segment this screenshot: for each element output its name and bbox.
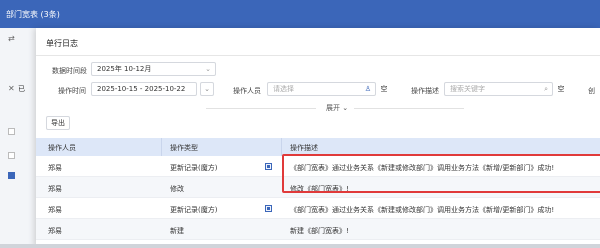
export-button[interactable]: 导出 <box>46 116 70 130</box>
operator-cell: 郑易 <box>48 227 62 235</box>
background-sidebar: ⇄ ✕ 已 <box>0 28 36 248</box>
column-divider <box>161 138 162 156</box>
operator-cell: 郑易 <box>48 185 62 193</box>
create-label: 创 <box>588 87 595 95</box>
op-time-value: 2025-10-15 - 2025-10-22 <box>97 85 186 93</box>
horizontal-scrollbar[interactable] <box>0 244 600 248</box>
op-desc-search-input[interactable]: 搜索关键字 ⌕ <box>444 82 553 96</box>
time-range-select[interactable]: 2025年 10-12月 ⌄ <box>91 62 216 76</box>
divider <box>36 55 600 56</box>
column-divider <box>281 138 282 156</box>
chevron-down-icon: ⌄ <box>342 104 349 112</box>
panel-title: 单行日志 <box>46 39 78 48</box>
user-icon: ♙ <box>364 85 371 93</box>
type-cell: 修改 <box>170 185 184 193</box>
close-icon[interactable]: ✕ <box>8 84 15 93</box>
operator-cell: 郑易 <box>48 164 62 172</box>
operator-cell: 郑易 <box>48 206 62 214</box>
table-row[interactable]: 郑易 修改 修改《部门宽表》! <box>36 177 600 198</box>
detail-icon[interactable] <box>265 163 272 170</box>
column-header-operator: 操作人员 <box>48 144 76 152</box>
op-time-label: 操作时间 <box>58 87 86 95</box>
time-range-label: 数据时间段 <box>52 67 87 75</box>
expand-label: 展开 <box>326 104 340 112</box>
operator-placeholder: 请选择 <box>273 85 294 93</box>
app-header: 部门宽表 (3条) <box>0 0 600 28</box>
row-checkbox-checked[interactable] <box>8 172 15 179</box>
table-row[interactable]: 郑易 更新记录(魔方) 《部门宽表》通过业务关系《新建或修改部门》调用业务方法《… <box>36 198 600 219</box>
op-desc-label: 操作描述 <box>411 87 439 95</box>
table-header: 操作人员 操作类型 操作描述 <box>36 138 600 156</box>
operator-label: 操作人员 <box>233 87 261 95</box>
time-range-value: 2025年 10-12月 <box>97 65 152 73</box>
single-row-log-panel: 单行日志 数据时间段 2025年 10-12月 ⌄ 操作时间 2025-10-1… <box>36 28 600 248</box>
chevron-down-icon[interactable]: ⌄ <box>200 82 214 96</box>
detail-icon[interactable] <box>265 205 272 212</box>
table-row[interactable]: 郑易 更新记录(魔方) 《部门宽表》通过业务关系《新建或修改部门》调用业务方法《… <box>36 156 600 177</box>
type-cell: 新建 <box>170 227 184 235</box>
op-time-range-input[interactable]: 2025-10-15 - 2025-10-22 <box>91 82 197 96</box>
op-desc-empty-button[interactable]: 空 <box>554 82 568 96</box>
chevron-down-icon: ⌄ <box>205 65 211 73</box>
operator-select[interactable]: 请选择 ♙ <box>267 82 376 96</box>
operator-empty-button[interactable]: 空 <box>377 82 391 96</box>
column-header-desc: 操作描述 <box>290 144 318 152</box>
swap-icon[interactable]: ⇄ <box>8 34 15 43</box>
desc-cell: 修改《部门宽表》! <box>290 185 349 193</box>
op-desc-placeholder: 搜索关键字 <box>450 85 485 93</box>
column-header-type: 操作类型 <box>170 144 198 152</box>
type-cell: 更新记录(魔方) <box>170 164 218 172</box>
search-icon: ⌕ <box>544 85 548 93</box>
row-checkbox[interactable] <box>8 128 15 135</box>
divider <box>206 108 316 109</box>
divider <box>354 108 464 109</box>
row-checkbox[interactable] <box>8 152 15 159</box>
app-title: 部门宽表 (3条) <box>6 10 60 19</box>
sidebar-label: 已 <box>18 85 25 93</box>
desc-cell: 新建《部门宽表》! <box>290 227 349 235</box>
table-row[interactable]: 郑易 新建 新建《部门宽表》! <box>36 219 600 240</box>
expand-toggle[interactable]: 展开 ⌄ <box>326 103 348 113</box>
desc-cell: 《部门宽表》通过业务关系《新建或修改部门》调用业务方法《新增/更新部门》成功! <box>290 164 555 172</box>
desc-cell: 《部门宽表》通过业务关系《新建或修改部门》调用业务方法《新增/更新部门》成功! <box>290 206 555 214</box>
type-cell: 更新记录(魔方) <box>170 206 218 214</box>
